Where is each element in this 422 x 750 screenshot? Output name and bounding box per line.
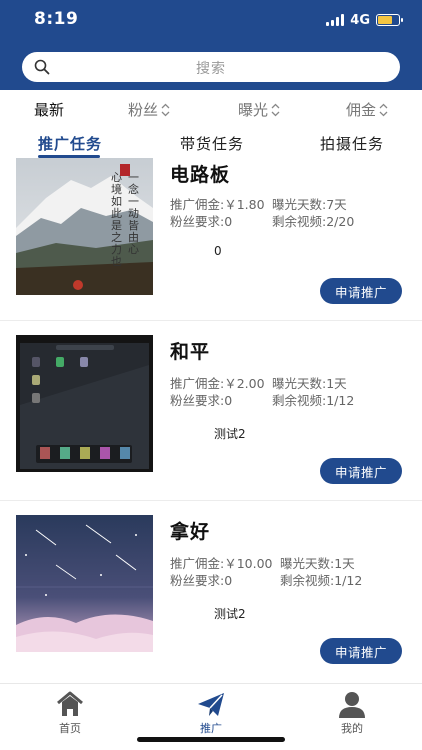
task-remaining-videos: 剩余视频:2/20 (272, 214, 355, 229)
network-type: 4G (350, 12, 370, 28)
paper-plane-icon (198, 693, 224, 716)
sort-label: 最新 (34, 101, 65, 119)
battery-icon (376, 14, 403, 26)
divider (0, 320, 422, 321)
sort-latest[interactable]: 最新 (34, 99, 64, 120)
sort-label: 粉丝 (128, 101, 159, 119)
sort-exposure[interactable]: 曝光 (238, 99, 280, 120)
nav-profile[interactable]: 我的 (312, 690, 392, 736)
nav-label: 首页 (59, 722, 81, 735)
task-remaining-videos: 剩余视频:1/12 (280, 573, 363, 588)
battery-level (378, 16, 392, 24)
apply-promotion-button[interactable]: 申请推广 (320, 638, 402, 664)
app-header: 8:19 4G 搜索 (0, 0, 422, 90)
sort-label: 曝光 (238, 101, 269, 119)
task-fans-required: 粉丝要求:0 (170, 214, 233, 229)
sort-arrows-icon (379, 103, 388, 116)
night-sky-image (16, 515, 153, 652)
apply-promotion-button[interactable]: 申请推广 (320, 458, 402, 484)
task-thumbnail: 一念一动皆由心 心境如此是之力也 (16, 158, 153, 295)
sort-arrows-icon (271, 103, 280, 116)
search-placeholder: 搜索 (196, 61, 226, 77)
tablet-screen-image (16, 335, 153, 472)
task-note: 测试2 (214, 607, 246, 621)
status-time: 8:19 (34, 9, 79, 29)
nav-home[interactable]: 首页 (30, 690, 110, 736)
task-card[interactable]: 和平 推广佣金:￥2.00 曝光天数:1天 粉丝要求:0 剩余视频:1/12 测… (0, 335, 422, 495)
search-input[interactable]: 搜索 (22, 52, 400, 82)
sort-label: 佣金 (346, 101, 377, 119)
apply-promotion-button[interactable]: 申请推广 (320, 278, 402, 304)
sort-commission[interactable]: 佣金 (346, 99, 388, 120)
task-fans-required: 粉丝要求:0 (170, 393, 233, 408)
home-icon (57, 691, 83, 716)
tab-shooting[interactable]: 拍摄任务 (320, 133, 384, 154)
thumb-calligraphy-2: 心境如此是之力也 (111, 171, 122, 268)
task-note: 0 (214, 244, 222, 258)
nav-label: 我的 (341, 722, 363, 735)
nav-label: 推广 (200, 722, 222, 735)
task-note: 测试2 (214, 427, 246, 441)
signal-icon (326, 14, 345, 26)
status-bar: 8:19 4G (0, 0, 422, 40)
divider (0, 500, 422, 501)
home-indicator (137, 737, 285, 742)
task-title: 拿好 (170, 521, 211, 543)
sort-arrows-icon (161, 103, 170, 116)
nav-promotion[interactable]: 推广 (171, 690, 251, 736)
task-card[interactable]: 拿好 推广佣金:￥10.00 曝光天数:1天 粉丝要求:0 剩余视频:1/12 … (0, 515, 422, 675)
task-thumbnail (16, 515, 153, 652)
task-title: 电路板 (170, 164, 231, 186)
task-tabs: 推广任务 带货任务 拍摄任务 (0, 128, 422, 158)
task-fans-required: 粉丝要求:0 (170, 573, 233, 588)
task-remaining-videos: 剩余视频:1/12 (272, 393, 355, 408)
task-card[interactable]: 一念一动皆由心 心境如此是之力也 电路板 推广佣金:￥1.80 曝光天数:7天 … (0, 158, 422, 318)
thumb-calligraphy-1: 一念一动皆由心 (128, 171, 139, 256)
tab-selling[interactable]: 带货任务 (180, 133, 244, 154)
sort-bar: 最新 粉丝 曝光 佣金 (0, 90, 422, 126)
sort-fans[interactable]: 粉丝 (128, 99, 170, 120)
task-thumbnail (16, 335, 153, 472)
user-icon (339, 692, 365, 718)
tab-promotion[interactable]: 推广任务 (38, 133, 102, 154)
task-title: 和平 (170, 341, 211, 363)
status-indicators: 4G (326, 12, 403, 28)
